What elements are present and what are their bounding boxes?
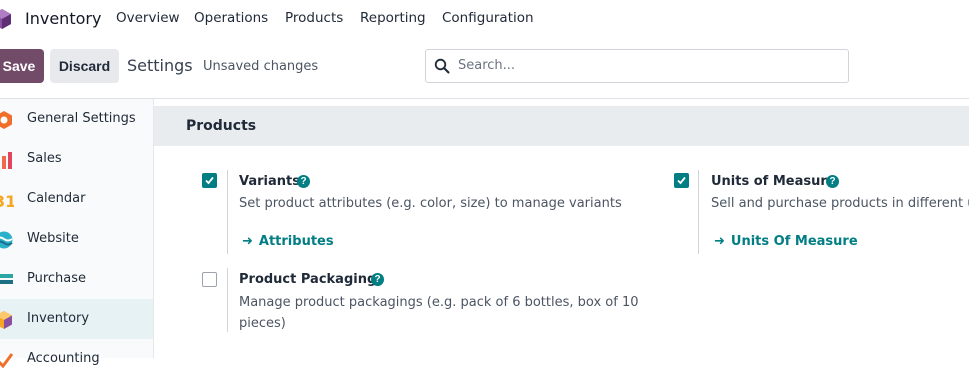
sidebar-item-calendar[interactable]: 31 Calendar [0, 179, 153, 219]
arrow-right-icon: ➜ [242, 234, 253, 249]
arrow-right-icon: ➜ [714, 234, 725, 249]
website-icon [0, 231, 13, 249]
product-packagings-description-line1: Manage product packagings (e.g. pack of … [239, 295, 639, 310]
sidebar-item-label: Website [27, 231, 79, 246]
purchase-icon [0, 274, 13, 284]
product-packagings-checkbox[interactable] [202, 272, 217, 287]
accounting-icon [0, 353, 14, 369]
settings-sidebar: General Settings Sales 31 Calendar Websi… [0, 99, 154, 369]
setting-divider [698, 170, 699, 254]
menu-configuration[interactable]: Configuration [442, 10, 534, 26]
menu-products[interactable]: Products [285, 10, 343, 26]
section-header-products: Products [154, 106, 969, 146]
search-placeholder: Search... [458, 58, 516, 73]
search-input[interactable]: Search... [425, 49, 849, 83]
discard-button[interactable]: Discard [50, 49, 119, 83]
units-of-measure-description: Sell and purchase products in different … [711, 196, 969, 211]
unsaved-changes-status: Unsaved changes [203, 59, 319, 74]
units-of-measure-link[interactable]: ➜ Units Of Measure [714, 234, 858, 249]
sales-icon [2, 152, 12, 169]
sidebar-item-website[interactable]: Website [0, 219, 153, 259]
check-icon [205, 176, 214, 185]
units-of-measure-title: Units of Measure [711, 174, 836, 189]
menu-operations[interactable]: Operations [194, 10, 268, 26]
units-of-measure-checkbox[interactable] [674, 173, 689, 188]
sidebar-item-label: Sales [27, 151, 62, 166]
help-icon[interactable]: ? [297, 175, 310, 188]
top-navbar: Inventory Overview Operations Products R… [0, 0, 969, 38]
sidebar-item-label: Inventory [27, 311, 90, 326]
menu-overview[interactable]: Overview [116, 10, 180, 26]
help-icon[interactable]: ? [826, 175, 839, 188]
setting-divider [227, 170, 228, 254]
attributes-link-label: Attributes [258, 234, 334, 249]
sidebar-item-inventory[interactable]: Inventory [0, 299, 153, 339]
product-packagings-title: Product Packagings [239, 272, 385, 287]
variants-description: Set product attributes (e.g. color, size… [239, 196, 622, 211]
inventory-app-icon[interactable] [0, 8, 12, 30]
sidebar-item-label: Purchase [27, 271, 87, 286]
sidebar-item-label: General Settings [27, 111, 136, 126]
general-settings-icon [0, 111, 12, 129]
product-packagings-description-line2: pieces) [239, 316, 286, 331]
save-button[interactable]: Save [0, 49, 44, 83]
menu-reporting[interactable]: Reporting [360, 10, 426, 26]
svg-text:31: 31 [0, 192, 14, 210]
sidebar-item-purchase[interactable]: Purchase [0, 259, 153, 299]
search-icon [434, 58, 450, 74]
section-title: Products [186, 118, 257, 134]
variants-checkbox[interactable] [202, 173, 217, 188]
sidebar-item-label: Calendar [27, 191, 86, 206]
app-name[interactable]: Inventory [25, 9, 101, 28]
help-icon[interactable]: ? [371, 273, 384, 286]
page-title: Settings [127, 56, 193, 75]
sidebar-item-accounting[interactable]: Accounting [0, 339, 153, 379]
calendar-icon: 31 [0, 192, 14, 210]
check-icon [677, 176, 686, 185]
variants-title: Variants [239, 174, 300, 189]
sidebar-item-sales[interactable]: Sales [0, 139, 153, 179]
attributes-link[interactable]: ➜ Attributes [242, 234, 334, 249]
inventory-icon [0, 311, 12, 329]
sidebar-item-general-settings[interactable]: General Settings [0, 99, 153, 139]
setting-divider [227, 268, 228, 332]
sidebar-item-label: Accounting [27, 351, 100, 366]
units-of-measure-link-label: Units Of Measure [730, 234, 858, 249]
